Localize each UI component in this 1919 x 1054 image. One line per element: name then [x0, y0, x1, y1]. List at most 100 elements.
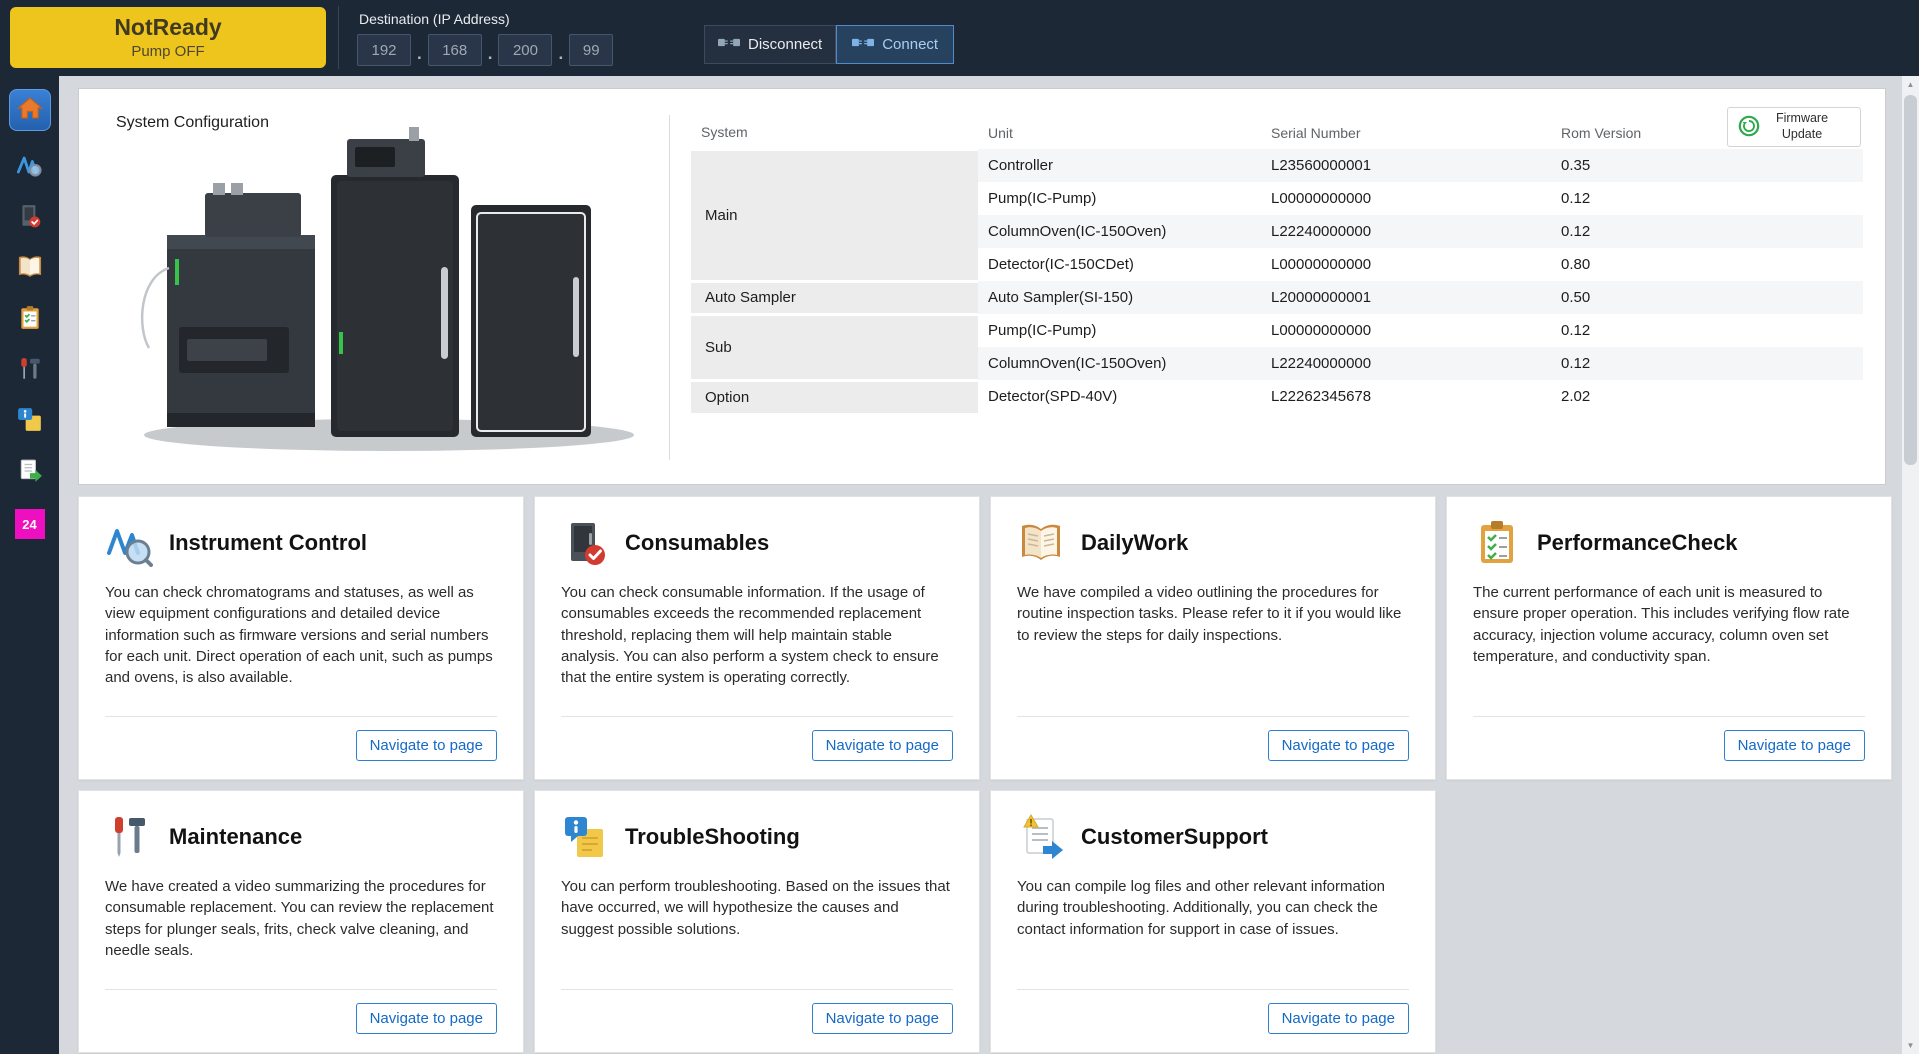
status-badge: NotReady Pump OFF: [10, 7, 326, 68]
navigate-button-performancecheck[interactable]: Navigate to page: [1724, 730, 1865, 761]
rom-cell: 0.12: [1551, 347, 1721, 380]
sidebar-item-customersupport[interactable]: [15, 458, 45, 488]
unit-cell: Detector(SPD-40V): [978, 380, 1261, 413]
serial-cell: L00000000000: [1261, 182, 1551, 215]
status-subtitle: Pump OFF: [131, 43, 204, 60]
system-group-option: Option: [691, 380, 978, 413]
unit-cell: Pump(IC-Pump): [978, 182, 1261, 215]
sidebar: 24: [0, 76, 59, 1054]
navigate-button-maintenance[interactable]: Navigate to page: [356, 1003, 497, 1034]
tall-cabinet-unit: [331, 127, 459, 437]
card-dailywork: DailyWork We have compiled a video outli…: [990, 496, 1436, 780]
ip-octet-3[interactable]: 200: [498, 34, 552, 66]
sidebar-item-consumables[interactable]: [15, 203, 45, 233]
scroll-thumb[interactable]: [1904, 95, 1917, 465]
rom-cell: 0.12: [1551, 314, 1721, 347]
sidebar-badge-24[interactable]: 24: [15, 509, 45, 539]
sidebar-item-troubleshooting[interactable]: [15, 407, 45, 437]
column-header-rom-version: Rom Version: [1551, 117, 1721, 149]
connection-buttons: Disconnect Connect: [704, 25, 954, 64]
card-description: You can check chromatograms and statuses…: [105, 582, 497, 688]
navigate-button-customersupport[interactable]: Navigate to page: [1268, 1003, 1409, 1034]
feature-cards-grid: Instrument Control You can check chromat…: [78, 496, 1892, 1053]
card-instrument-control: Instrument Control You can check chromat…: [78, 496, 524, 780]
card-title: TroubleShooting: [625, 824, 800, 850]
serial-cell: L20000000001: [1261, 281, 1551, 314]
serial-cell: L22240000000: [1261, 215, 1551, 248]
card-description: We have created a video summarizing the …: [105, 876, 497, 961]
sidebar-item-dailywork[interactable]: [15, 254, 45, 284]
table-row: Option Detector(SPD-40V) L22262345678 2.…: [691, 380, 1863, 413]
card-customersupport: CustomerSupport You can compile log file…: [990, 790, 1436, 1053]
table-row: Main Controller L23560000001 0.35: [691, 149, 1863, 182]
card-description: You can check consumable information. If…: [561, 582, 953, 688]
card-title: DailyWork: [1081, 530, 1188, 556]
sidebar-item-maintenance[interactable]: [15, 356, 45, 386]
system-group-auto-sampler: Auto Sampler: [691, 281, 978, 314]
system-group-main: Main: [691, 149, 978, 281]
info-bubble-icon: [17, 407, 43, 438]
card-troubleshooting: TroubleShooting You can perform troubles…: [534, 790, 980, 1053]
system-configuration-panel: System Configuration: [78, 88, 1886, 485]
unit-cell: ColumnOven(IC-150Oven): [978, 215, 1261, 248]
ip-separator: .: [558, 44, 563, 66]
ip-octet-2[interactable]: 168: [428, 34, 482, 66]
unit-cell: Controller: [978, 149, 1261, 182]
ip-address-inputs: 192 . 168 . 200 . 99: [357, 34, 613, 66]
sidebar-item-performancecheck[interactable]: [15, 305, 45, 335]
sidebar-item-instrument-control[interactable]: [15, 152, 45, 182]
rom-cell: 0.80: [1551, 248, 1721, 281]
serial-cell: L00000000000: [1261, 248, 1551, 281]
unit-cell: ColumnOven(IC-150Oven): [978, 347, 1261, 380]
dailywork-icon: [1017, 519, 1065, 567]
connect-button[interactable]: Connect: [836, 25, 954, 64]
book-icon: [16, 253, 44, 286]
card-description: You can compile log files and other rele…: [1017, 876, 1409, 940]
card-title: Instrument Control: [169, 530, 367, 556]
status-title: NotReady: [114, 15, 221, 40]
navigate-button-consumables[interactable]: Navigate to page: [812, 730, 953, 761]
performancecheck-icon: [1473, 519, 1521, 567]
ip-separator: .: [488, 44, 493, 66]
log-export-icon: [17, 458, 43, 489]
column-header-serial-number: Serial Number: [1261, 117, 1551, 149]
ip-separator: .: [417, 44, 422, 66]
firmware-update-button[interactable]: Firmware Update: [1727, 107, 1861, 147]
card-description: The current performance of each unit is …: [1473, 582, 1865, 667]
navigate-button-dailywork[interactable]: Navigate to page: [1268, 730, 1409, 761]
tools-icon: [17, 356, 43, 387]
pump-stack-unit: [142, 183, 315, 427]
sidebar-item-home[interactable]: [9, 89, 51, 131]
card-description: You can perform troubleshooting. Based o…: [561, 876, 953, 940]
column-header-unit: Unit: [978, 117, 1261, 149]
instrument-control-icon: [105, 519, 153, 567]
troubleshooting-icon: [561, 813, 609, 861]
clipboard-icon: [17, 305, 43, 336]
scroll-up-arrow[interactable]: ▲: [1902, 76, 1919, 93]
rom-cell: 0.12: [1551, 182, 1721, 215]
table-header-row: System Unit Serial Number Rom Version: [691, 117, 1863, 149]
connect-plug-icon: [852, 35, 874, 54]
right-cabinet-unit: [471, 205, 591, 437]
ip-octet-4[interactable]: 99: [569, 34, 613, 66]
consumables-icon: [17, 203, 43, 234]
ip-octet-1[interactable]: 192: [357, 34, 411, 66]
chromatogram-icon: [16, 151, 44, 184]
connect-label: Connect: [882, 36, 938, 53]
firmware-update-icon: [1738, 115, 1760, 140]
disconnect-button[interactable]: Disconnect: [704, 25, 836, 64]
consumables-icon: [561, 519, 609, 567]
main-content: System Configuration: [59, 76, 1902, 1054]
disconnect-plug-icon: [718, 35, 740, 54]
navigate-button-instrument-control[interactable]: Navigate to page: [356, 730, 497, 761]
card-title: Maintenance: [169, 824, 302, 850]
scroll-down-arrow[interactable]: ▼: [1902, 1037, 1919, 1054]
unit-cell: Pump(IC-Pump): [978, 314, 1261, 347]
card-maintenance: Maintenance We have created a video summ…: [78, 790, 524, 1053]
scrollbar[interactable]: ▲ ▼: [1902, 76, 1919, 1054]
instrument-illustration: [109, 113, 669, 463]
serial-cell: L22262345678: [1261, 380, 1551, 413]
navigate-button-troubleshooting[interactable]: Navigate to page: [812, 1003, 953, 1034]
system-group-sub: Sub: [691, 314, 978, 380]
card-title: Consumables: [625, 530, 769, 556]
